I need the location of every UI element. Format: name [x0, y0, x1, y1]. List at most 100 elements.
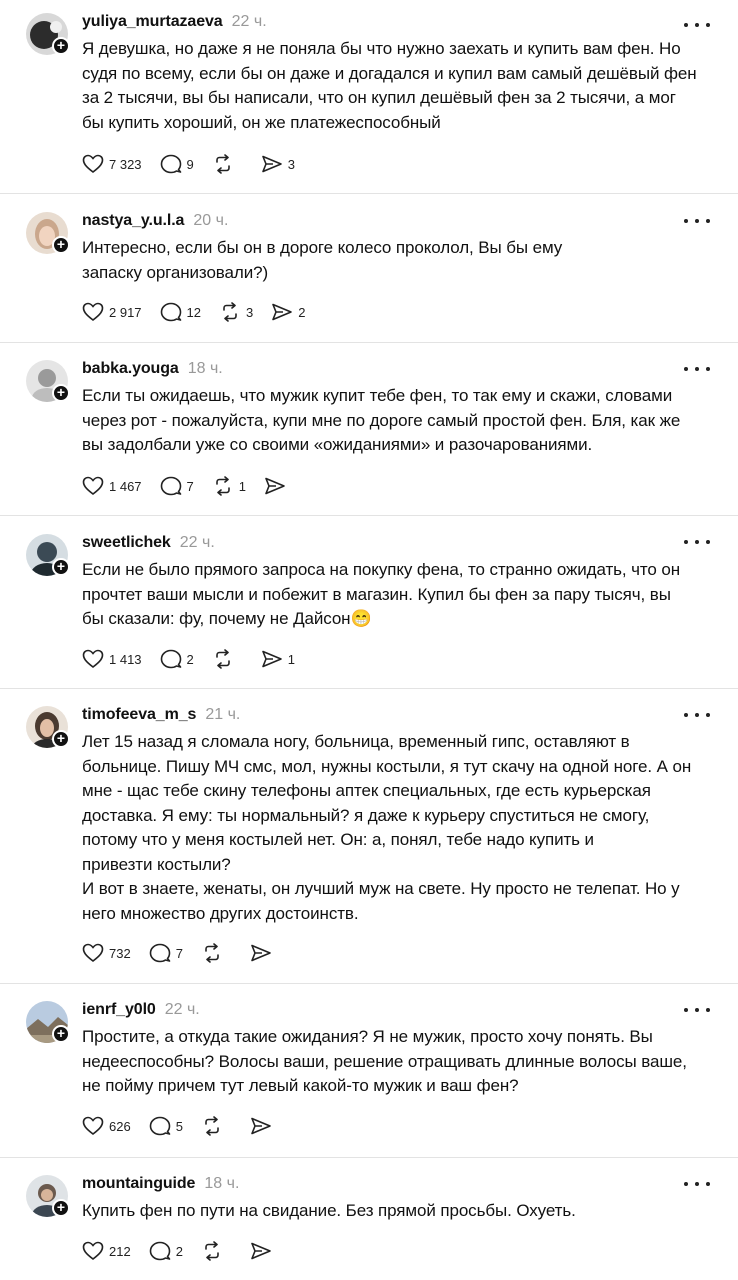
more-options-icon[interactable]	[684, 1179, 710, 1189]
heart-icon	[82, 1116, 104, 1136]
more-options-icon[interactable]	[684, 20, 710, 30]
follow-plus-icon[interactable]: +	[52, 558, 70, 576]
comment-icon	[160, 649, 181, 669]
comment-count: 7	[175, 945, 183, 961]
repost-icon	[215, 649, 230, 669]
repost-icon	[205, 943, 219, 963]
share-button[interactable]: 2	[271, 300, 305, 324]
repost-count: 3	[246, 304, 254, 320]
follow-plus-icon[interactable]: +	[52, 1025, 70, 1043]
post: + mountainguide 18 ч. Купить фен по пути…	[0, 1157, 738, 1280]
heart-icon	[82, 649, 104, 669]
repost-button[interactable]	[201, 1239, 228, 1263]
post: + timofeeva_m_s 21 ч. Лет 15 назад я сло…	[0, 688, 738, 984]
avatar[interactable]: +	[26, 1001, 70, 1043]
comment-icon	[149, 1241, 171, 1261]
avatar[interactable]: +	[26, 706, 70, 748]
avatar[interactable]: +	[26, 360, 70, 402]
like-count: 1 467	[109, 478, 142, 494]
like-button[interactable]: 732	[82, 941, 131, 965]
avatar[interactable]: +	[26, 534, 70, 576]
like-count: 732	[109, 945, 131, 961]
username[interactable]: sweetlichek	[82, 534, 171, 552]
post-time: 22 ч.	[179, 534, 215, 551]
comment-button[interactable]: 9	[160, 152, 194, 176]
like-button[interactable]: 7 323	[82, 152, 142, 176]
heart-icon	[82, 154, 104, 174]
comment-button[interactable]: 2	[160, 647, 194, 671]
comment-count: 2	[186, 651, 194, 667]
post-time: 22 ч.	[164, 1001, 200, 1018]
like-button[interactable]: 1 413	[82, 647, 142, 671]
repost-button[interactable]: 3	[219, 300, 253, 324]
avatar[interactable]: +	[26, 1175, 70, 1217]
repost-button[interactable]	[212, 152, 239, 176]
comment-button[interactable]: 12	[160, 300, 201, 324]
comment-count: 12	[186, 304, 202, 320]
like-button[interactable]: 2 917	[82, 300, 142, 324]
follow-plus-icon[interactable]: +	[52, 37, 70, 55]
like-count: 7 323	[109, 156, 142, 172]
like-count: 2 917	[109, 304, 142, 320]
post-text: Лет 15 назад я сломала ногу, больница, в…	[82, 732, 692, 923]
comment-icon	[160, 476, 181, 496]
follow-plus-icon[interactable]: +	[52, 236, 70, 254]
comment-button[interactable]: 5	[149, 1114, 183, 1138]
like-count: 1 413	[109, 651, 142, 667]
avatar[interactable]: +	[26, 212, 70, 254]
username[interactable]: mountainguide	[82, 1175, 195, 1193]
username[interactable]: babka.youga	[82, 360, 179, 378]
username[interactable]: ienrf_y0l0	[82, 1001, 156, 1019]
repost-icon	[223, 302, 237, 322]
comment-button[interactable]: 7	[160, 474, 194, 498]
more-options-icon[interactable]	[684, 364, 710, 374]
repost-icon	[215, 154, 230, 174]
comment-count: 2	[175, 1243, 183, 1259]
share-icon	[261, 650, 282, 668]
like-count: 626	[109, 1118, 131, 1134]
follow-plus-icon[interactable]: +	[52, 730, 70, 748]
post-text: Простите, а откуда такие ожидания? Я не …	[82, 1027, 687, 1095]
repost-count: 1	[238, 478, 247, 494]
username[interactable]: yuliya_murtazaeva	[82, 13, 223, 31]
comment-button[interactable]: 2	[149, 1239, 183, 1263]
like-count: 212	[109, 1243, 131, 1259]
post-time: 22 ч.	[231, 13, 267, 30]
share-button[interactable]	[250, 941, 277, 965]
share-count: 3	[287, 156, 296, 172]
share-button[interactable]	[264, 474, 291, 498]
post-time: 21 ч.	[205, 706, 241, 723]
share-button[interactable]: 1	[261, 647, 295, 671]
repost-button[interactable]: 1	[212, 474, 246, 498]
share-icon	[265, 477, 285, 495]
like-button[interactable]: 626	[82, 1114, 131, 1138]
post-text: Если не было прямого запроса на покупку …	[82, 560, 681, 628]
post-text: Я девушка, но даже я не поняла бы что ну…	[82, 39, 697, 132]
like-button[interactable]: 1 467	[82, 474, 142, 498]
post-text: Купить фен по пути на свидание. Без прям…	[82, 1201, 576, 1220]
username[interactable]: timofeeva_m_s	[82, 706, 196, 724]
repost-button[interactable]	[201, 941, 228, 965]
comment-count: 7	[186, 478, 194, 494]
share-button[interactable]	[250, 1239, 277, 1263]
more-options-icon[interactable]	[684, 710, 710, 720]
follow-plus-icon[interactable]: +	[52, 1199, 70, 1217]
repost-button[interactable]	[201, 1114, 228, 1138]
share-button[interactable]	[250, 1114, 277, 1138]
share-button[interactable]: 3	[261, 152, 295, 176]
comment-button[interactable]: 7	[149, 941, 183, 965]
like-button[interactable]: 212	[82, 1239, 131, 1263]
avatar[interactable]: +	[26, 13, 70, 55]
follow-plus-icon[interactable]: +	[52, 384, 70, 402]
share-count: 1	[287, 651, 296, 667]
heart-icon	[82, 1241, 104, 1261]
repost-button[interactable]	[212, 647, 239, 671]
share-count: 2	[298, 304, 306, 320]
post-text: Интересно, если бы он в дороге колесо пр…	[82, 238, 563, 282]
more-options-icon[interactable]	[684, 537, 710, 547]
comment-count: 9	[186, 156, 194, 172]
more-options-icon[interactable]	[684, 1005, 710, 1015]
share-icon	[251, 944, 271, 962]
more-options-icon[interactable]	[684, 216, 710, 226]
username[interactable]: nastya_y.u.l.a	[82, 212, 184, 230]
